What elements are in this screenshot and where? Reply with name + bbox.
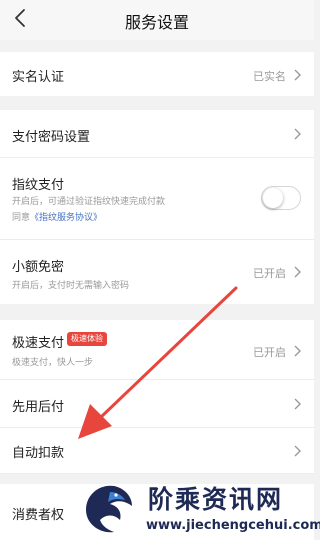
- row-pay-later[interactable]: 先用后付: [0, 380, 314, 428]
- row-subtitle: 开启后，可通过验证指纹快速完成付款: [12, 196, 166, 206]
- section-payment: 支付密码设置 指纹支付 开启后，可通过验证指纹快速完成付款 同意《指纹服务协议》…: [0, 110, 314, 304]
- watermark-brand: 阶乘资讯网: [148, 485, 284, 514]
- chevron-right-icon: [294, 345, 301, 357]
- section-identity: 实名认证 已实名: [0, 52, 314, 96]
- chevron-right-icon: [294, 266, 301, 278]
- row-value: 已开启: [253, 268, 286, 280]
- row-fingerprint: 指纹支付 开启后，可通过验证指纹快速完成付款 同意《指纹服务协议》: [0, 158, 314, 240]
- row-title: 极速支付: [12, 335, 65, 350]
- row-title: 自动扣款: [12, 445, 65, 460]
- nav-bar: 服务设置: [0, 0, 314, 40]
- row-title: 小额免密: [12, 259, 65, 274]
- row-subtitle: 开启后，支付时无需输入密码: [12, 280, 130, 290]
- fingerprint-agreement-link[interactable]: 《指纹服务协议》: [30, 212, 102, 222]
- row-real-name[interactable]: 实名认证 已实名: [0, 52, 314, 96]
- row-value: 已实名: [253, 71, 286, 83]
- row-auto-deduct[interactable]: 自动扣款: [0, 428, 314, 474]
- chevron-right-icon: [294, 398, 301, 410]
- page-title: 服务设置: [124, 15, 189, 32]
- eagle-logo-icon: [86, 485, 132, 533]
- chevron-right-icon: [294, 445, 301, 457]
- chevron-right-icon: [294, 128, 301, 140]
- row-subtitle: 极速支付，快人一步: [12, 357, 94, 367]
- watermark-url: www.jiechengcehui.com: [146, 518, 320, 533]
- fingerprint-toggle[interactable]: [261, 186, 301, 210]
- watermark: 阶乘资讯网 www.jiechengcehui.com: [66, 476, 320, 540]
- row-title: 支付密码设置: [12, 129, 91, 144]
- row-small-free[interactable]: 小额免密 开启后，支付时无需输入密码 已开启: [0, 240, 314, 304]
- fast-experience-badge: 极速体验: [67, 332, 107, 346]
- agreement-line: 同意《指纹服务协议》: [12, 210, 102, 223]
- toggle-knob: [263, 188, 283, 208]
- row-pay-password[interactable]: 支付密码设置: [0, 110, 314, 158]
- row-title: 指纹支付: [12, 177, 65, 192]
- row-title: 消费者权: [12, 507, 65, 522]
- row-title: 先用后付: [12, 399, 65, 414]
- row-fast-pay[interactable]: 极速支付 极速体验 极速支付，快人一步 已开启: [0, 320, 314, 380]
- agreement-prefix: 同意: [12, 212, 31, 222]
- row-title: 实名认证: [12, 69, 65, 84]
- chevron-right-icon: [294, 69, 301, 81]
- row-value: 已开启: [253, 347, 286, 359]
